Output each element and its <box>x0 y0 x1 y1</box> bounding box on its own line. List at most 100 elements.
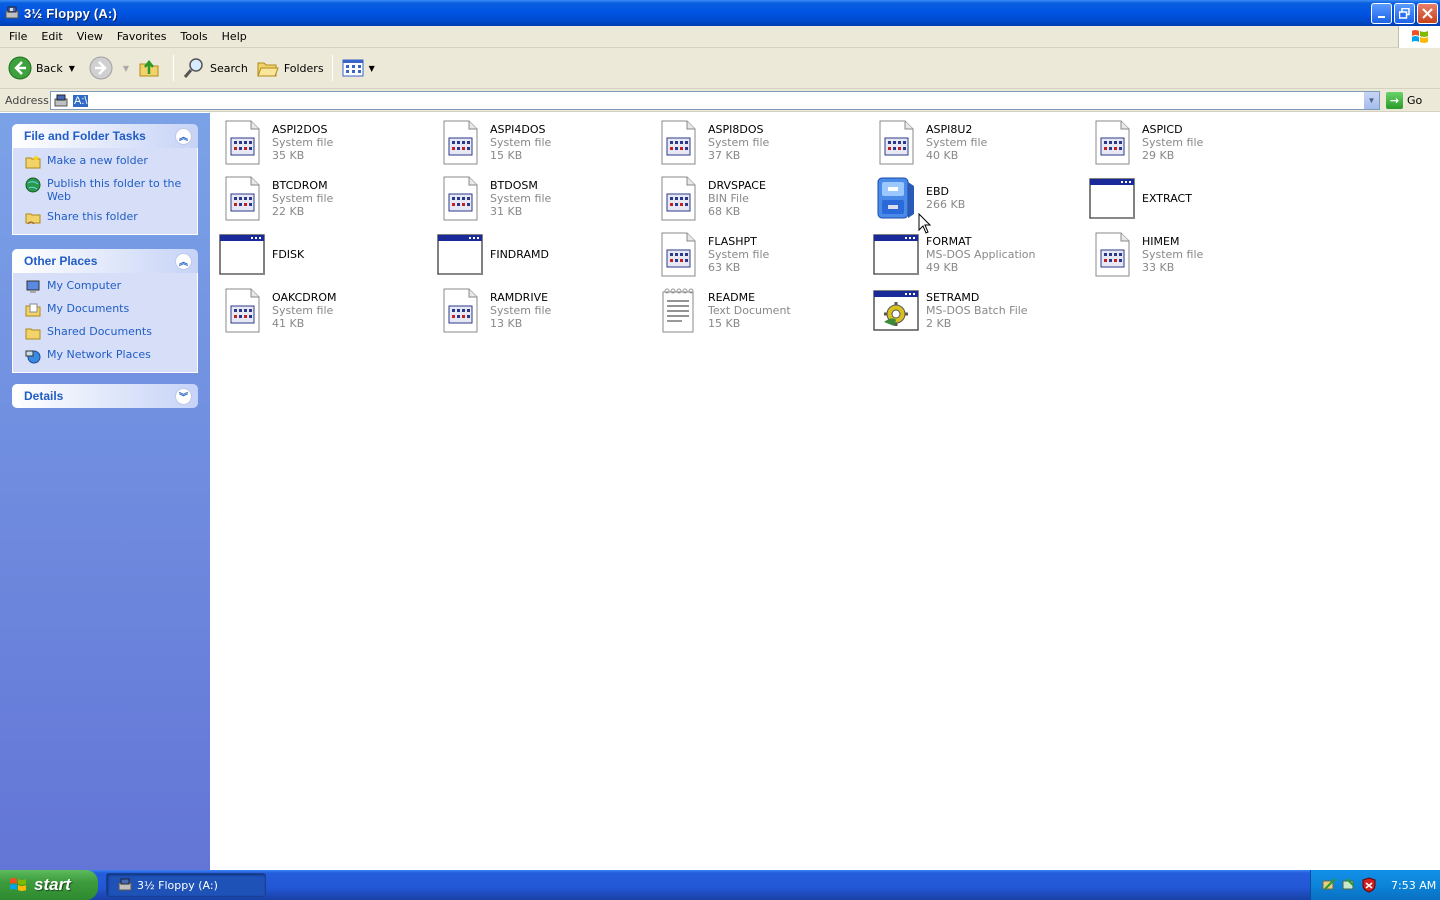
system-file-icon <box>654 174 702 222</box>
forward-dropdown-icon[interactable]: ▼ <box>123 64 129 73</box>
file-item[interactable]: SETRAMD MS-DOS Batch File 2 KB <box>872 286 1028 334</box>
my-documents-link[interactable]: My Documents <box>25 302 187 318</box>
panel-header[interactable]: File and Folder Tasks ︽ <box>12 124 198 148</box>
file-item[interactable]: ASPI8DOS System file 37 KB <box>654 118 769 166</box>
file-type: System file <box>708 135 770 149</box>
file-name: ASPI8U2 <box>926 122 973 136</box>
windows-flag-icon <box>1411 30 1428 43</box>
file-name: ASPI2DOS <box>272 122 328 136</box>
menu-file[interactable]: File <box>0 30 34 43</box>
dos-app-icon <box>436 230 484 278</box>
file-type: MS-DOS Application <box>926 247 1036 261</box>
tray-network-icon[interactable] <box>1321 877 1337 893</box>
file-item[interactable]: ASPI4DOS System file 15 KB <box>436 118 551 166</box>
file-item[interactable]: FINDRAMD <box>436 230 549 278</box>
views-button[interactable]: ▼ <box>337 50 379 86</box>
tray-update-icon[interactable] <box>1341 877 1357 893</box>
address-dropdown-icon[interactable]: ▼ <box>1363 92 1379 109</box>
menu-favorites[interactable]: Favorites <box>110 30 174 43</box>
file-item[interactable]: OAKCDROM System file 41 KB <box>218 286 337 334</box>
panel-header[interactable]: Details ︾ <box>12 384 198 408</box>
title-bar[interactable]: 3½ Floppy (A:) <box>0 0 1440 26</box>
file-item[interactable]: ASPICD System file 29 KB <box>1088 118 1203 166</box>
file-item[interactable]: BTCDROM System file 22 KB <box>218 174 333 222</box>
back-dropdown-icon[interactable]: ▼ <box>69 64 75 73</box>
menu-help[interactable]: Help <box>215 30 254 43</box>
file-size: 40 KB <box>926 148 959 162</box>
views-dropdown-icon[interactable]: ▼ <box>369 64 375 73</box>
file-type: BIN File <box>708 191 749 205</box>
file-type: System file <box>272 135 334 149</box>
forward-button[interactable]: ▼ <box>85 50 133 86</box>
file-type: System file <box>926 135 988 149</box>
folders-button[interactable]: Folders <box>252 50 328 86</box>
file-size: 15 KB <box>490 148 523 162</box>
file-size: 37 KB <box>708 148 741 162</box>
floppy-drive-icon <box>5 6 19 19</box>
address-bar: Address A:\ ▼ → Go <box>0 89 1440 112</box>
file-name: FLASHPT <box>708 234 757 248</box>
back-button[interactable]: Back ▼ <box>4 50 79 86</box>
address-label: Address <box>5 93 49 107</box>
address-input[interactable]: A:\ ▼ <box>50 91 1380 110</box>
file-item[interactable]: EXTRACT <box>1088 174 1192 222</box>
panel-title: Other Places <box>24 254 98 268</box>
file-item[interactable]: DRVSPACE BIN File 68 KB <box>654 174 766 222</box>
file-item[interactable]: FDISK <box>218 230 304 278</box>
menu-edit[interactable]: Edit <box>34 30 69 43</box>
my-computer-link[interactable]: My Computer <box>25 279 187 295</box>
shared-documents-icon <box>25 328 41 340</box>
folders-icon <box>256 56 280 80</box>
file-size: 2 KB <box>926 316 952 330</box>
go-button[interactable]: → Go <box>1386 92 1422 109</box>
make-new-folder-link[interactable]: Make a new folder <box>25 154 187 170</box>
shared-documents-link[interactable]: Shared Documents <box>25 325 187 341</box>
file-item[interactable]: README Text Document 15 KB <box>654 286 791 334</box>
minimize-button[interactable] <box>1371 3 1392 24</box>
clock[interactable]: 7:53 AM <box>1391 879 1436 892</box>
taskbar-window-button[interactable]: 3½ Floppy (A:) <box>106 873 266 897</box>
file-item[interactable]: FORMAT MS-DOS Application 49 KB <box>872 230 1036 278</box>
file-size: 63 KB <box>708 260 741 274</box>
share-folder-link[interactable]: Share this folder <box>25 210 187 226</box>
collapse-chevron-icon[interactable]: ︽ <box>175 127 192 145</box>
up-folder-button[interactable] <box>133 50 169 86</box>
restore-button[interactable] <box>1394 3 1415 24</box>
file-type: System file <box>272 191 334 205</box>
start-button[interactable]: start <box>0 870 98 900</box>
file-type: System file <box>490 303 552 317</box>
file-size: 33 KB <box>1142 260 1175 274</box>
expand-chevron-icon[interactable]: ︾ <box>175 387 192 405</box>
close-button[interactable] <box>1417 3 1438 24</box>
panel-header[interactable]: Other Places ︽ <box>12 249 198 273</box>
security-shield-icon[interactable] <box>1361 877 1377 893</box>
system-file-icon <box>654 230 702 278</box>
taskbar-window-label: 3½ Floppy (A:) <box>137 878 218 892</box>
my-computer-icon <box>26 280 40 293</box>
file-type: System file <box>1142 135 1204 149</box>
search-button[interactable]: Search <box>178 50 252 86</box>
my-network-places-link[interactable]: My Network Places <box>25 348 187 364</box>
collapse-chevron-icon[interactable]: ︽ <box>175 252 192 270</box>
file-size: 266 KB <box>926 198 966 211</box>
search-icon <box>182 56 206 80</box>
new-folder-icon <box>25 155 41 169</box>
system-file-icon <box>436 118 484 166</box>
publish-to-web-link[interactable]: Publish this folder to the Web <box>25 177 187 203</box>
search-label: Search <box>210 61 248 75</box>
file-item[interactable]: ASPI8U2 System file 40 KB <box>872 118 987 166</box>
window-title: 3½ Floppy (A:) <box>24 5 118 21</box>
menu-tools[interactable]: Tools <box>174 30 215 43</box>
file-item[interactable]: RAMDRIVE System file 13 KB <box>436 286 551 334</box>
file-item[interactable]: ASPI2DOS System file 35 KB <box>218 118 333 166</box>
my-documents-icon <box>25 303 41 317</box>
file-item[interactable]: HIMEM System file 33 KB <box>1088 230 1203 278</box>
file-item[interactable]: FLASHPT System file 63 KB <box>654 230 769 278</box>
file-name: FINDRAMD <box>490 247 549 261</box>
menu-view[interactable]: View <box>70 30 110 43</box>
file-type: Text Document <box>708 303 791 317</box>
panel-title: Details <box>24 389 64 403</box>
other-places-panel: Other Places ︽ My Computer My Documents … <box>12 249 198 373</box>
file-item[interactable]: BTDOSM System file 31 KB <box>436 174 551 222</box>
file-type: System file <box>490 191 552 205</box>
